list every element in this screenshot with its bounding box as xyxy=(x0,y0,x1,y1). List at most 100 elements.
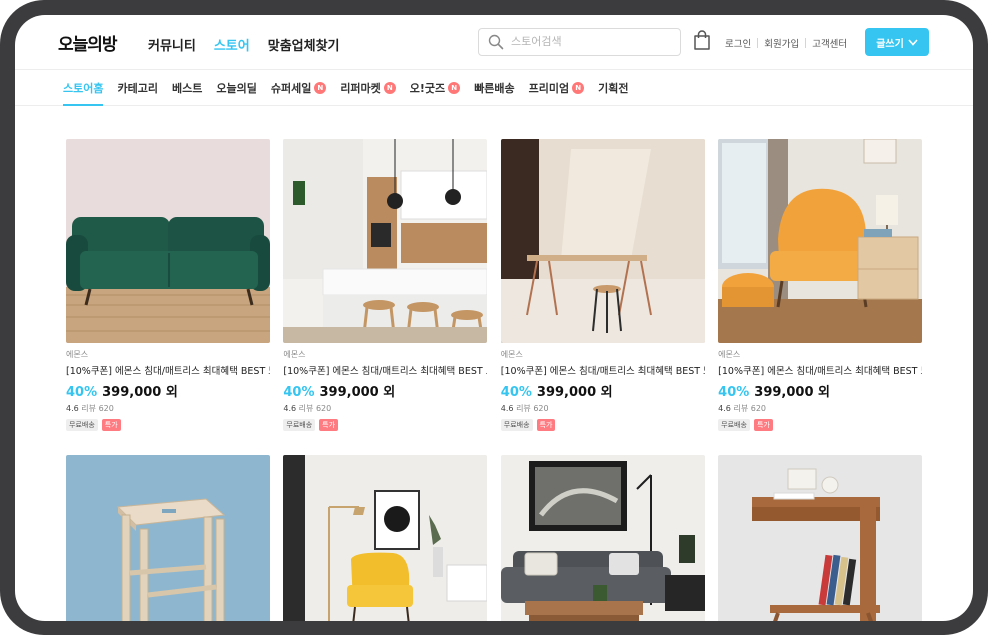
review-count: 620 xyxy=(533,404,549,413)
product-image[interactable] xyxy=(283,139,488,343)
product-image[interactable] xyxy=(500,139,705,343)
subnav-item[interactable]: 빠른배송 xyxy=(474,70,514,106)
chevron-down-icon xyxy=(908,38,918,46)
product-tags: 무료배송 특가 xyxy=(718,419,922,431)
product-name[interactable]: [10%쿠폰] 에몬스 침대/매트리스 최대혜택 BEST 모음 xyxy=(283,363,487,377)
product-image[interactable] xyxy=(718,455,923,621)
review-summary: 4.6 리뷰 620 xyxy=(283,403,487,414)
product-name[interactable]: [10%쿠폰] 에몬스 침대/매트리스 최대혜택 BEST 모음 xyxy=(66,363,270,377)
product-image[interactable] xyxy=(66,455,270,621)
special-price-tag: 특가 xyxy=(319,419,339,431)
product-image[interactable] xyxy=(718,139,923,343)
product-card[interactable]: 에몬스 [10%쿠폰] 에몬스 침대/매트리스 최대혜택 BEST 모음 40% 39… xyxy=(718,139,923,431)
rating: 4.6 xyxy=(283,404,297,413)
rating: 4.6 xyxy=(718,404,731,413)
discount-rate: 40% xyxy=(718,385,750,400)
review-count: 620 xyxy=(315,404,332,413)
product-price: 399,000 외 xyxy=(319,385,396,400)
product-price: 399,000 외 xyxy=(102,385,178,400)
review-label: 리뷰 xyxy=(298,404,314,413)
subnav-item-label: 오늘의딜 xyxy=(216,82,257,95)
product-name[interactable]: [10%쿠폰] 에몬스 침대/매트리스 최대혜택 BEST 모음 xyxy=(718,363,922,377)
product-image[interactable] xyxy=(500,455,705,621)
subnav-item-label: 프리미엄 xyxy=(528,82,570,95)
product-card[interactable]: 에몬스 [10%쿠폰] 에몬스 침대/매트리스 최대혜택 BEST 모음 40% 39… xyxy=(500,139,705,431)
top-header: 오늘의방 커뮤니티 스토어 맞춤업체찾기 로그인 회원가입 xyxy=(15,15,973,70)
product-card[interactable]: 에몬스 [10%쿠폰] 에몬스 침대/매트리스 최대혜택 BEST 모음 40% 39… xyxy=(283,139,488,431)
free-shipping-tag: 무료배송 xyxy=(66,419,98,431)
review-count: 620 xyxy=(750,404,767,413)
subnav-item[interactable]: 베스트 xyxy=(172,70,202,106)
free-shipping-tag: 무료배송 xyxy=(718,419,750,431)
subnav-item-label: 슈퍼세일 xyxy=(270,82,312,95)
gray-sofa-living-room-image xyxy=(500,455,705,621)
special-price-tag: 특가 xyxy=(101,419,121,431)
review-label: 리뷰 xyxy=(733,404,749,413)
product-brand: 에몬스 xyxy=(283,350,306,359)
subnav-item[interactable]: 프리미엄 N xyxy=(528,70,585,106)
new-badge: N xyxy=(448,82,461,94)
search-box[interactable] xyxy=(478,28,681,56)
special-price-tag: 특가 xyxy=(753,419,773,431)
discount-rate: 40% xyxy=(283,385,315,400)
review-label: 리뷰 xyxy=(81,404,97,413)
search-input[interactable] xyxy=(511,33,671,51)
subnav-item-label: 빠른배송 xyxy=(474,82,515,95)
subnav-item[interactable]: 카테고리 xyxy=(117,70,157,106)
subnav-item[interactable]: 리퍼마켓 N xyxy=(340,70,396,106)
subnav-item[interactable]: 오늘의딜 xyxy=(216,70,256,106)
divider xyxy=(757,38,759,48)
write-button-label: 글쓰기 xyxy=(876,38,904,50)
wooden-side-table-image xyxy=(718,455,923,621)
product-card[interactable] xyxy=(66,455,270,621)
subnav-item-label: 베스트 xyxy=(171,82,203,95)
product-brand: 에몬스 xyxy=(66,350,89,359)
main-nav: 커뮤니티 스토어 맞춤업체찾기 xyxy=(148,35,340,54)
subnav-item[interactable]: 오!굿즈 N xyxy=(410,70,461,106)
product-tags: 무료배송 특가 xyxy=(66,419,270,431)
customer-center-link[interactable]: 고객센터 xyxy=(812,36,847,50)
logo[interactable]: 오늘의방 xyxy=(58,30,118,55)
product-card[interactable] xyxy=(283,455,488,621)
subnav-items: 스토어홈 카테고리 베스트 오늘의딜 슈퍼세일 N 리퍼마켓 N 오!굿즈 N 빠른배송 프리미엄 N 기… xyxy=(63,70,643,106)
free-shipping-tag: 무료배송 xyxy=(283,419,316,431)
cart-icon[interactable] xyxy=(692,29,712,51)
special-price-tag: 특가 xyxy=(536,419,556,431)
subnav-item[interactable]: 기획전 xyxy=(598,70,628,106)
subnav-item[interactable]: 슈퍼세일 N xyxy=(270,70,327,106)
rating: 4.6 xyxy=(66,404,79,413)
subnav-item-label: 기획전 xyxy=(598,82,629,95)
subnav-item[interactable]: 스토어홈 xyxy=(63,70,104,106)
new-badge: N xyxy=(314,82,327,94)
signup-link[interactable]: 회원가입 xyxy=(764,36,799,50)
divider xyxy=(805,38,807,48)
product-grid: 에몬스 [10%쿠폰] 에몬스 침대/매트리스 최대혜택 BEST 모음 40% 39… xyxy=(66,139,926,621)
nav-store[interactable]: 스토어 xyxy=(214,35,250,54)
free-shipping-tag: 무료배송 xyxy=(500,419,533,431)
product-card[interactable]: 에몬스 [10%쿠폰] 에몬스 침대/매트리스 최대혜택 BEST 모음 40% 39… xyxy=(66,139,270,431)
product-name[interactable]: [10%쿠폰] 에몬스 침대/매트리스 최대혜택 BEST 모음 xyxy=(501,363,705,377)
product-card[interactable] xyxy=(500,455,705,621)
green-velvet-sofa-image xyxy=(66,139,270,343)
product-card[interactable] xyxy=(718,455,923,621)
product-tags: 무료배송 특가 xyxy=(500,419,705,431)
product-price: 399,000 외 xyxy=(754,385,830,400)
subnav-item-label: 스토어홈 xyxy=(63,82,104,95)
discount-rate: 40% xyxy=(500,385,532,400)
subnav-item-label: 카테고리 xyxy=(117,82,158,95)
review-summary: 4.6 리뷰 620 xyxy=(718,403,922,414)
new-badge: N xyxy=(383,82,396,94)
search-icon xyxy=(488,34,504,50)
yellow-armchair-corner-image xyxy=(718,139,923,343)
product-price: 399,000 외 xyxy=(536,385,613,400)
nav-find-experts[interactable]: 맞춤업체찾기 xyxy=(268,35,340,54)
nav-community[interactable]: 커뮤니티 xyxy=(148,35,196,54)
login-link[interactable]: 로그인 xyxy=(725,36,751,50)
product-tags: 무료배송 특가 xyxy=(283,419,487,431)
write-button[interactable]: 글쓰기 xyxy=(865,28,929,56)
review-summary: 4.6 리뷰 620 xyxy=(501,403,705,414)
product-image[interactable] xyxy=(283,455,488,621)
yellow-chair-living-room-image xyxy=(283,455,488,621)
product-brand: 에몬스 xyxy=(500,350,523,359)
product-image[interactable] xyxy=(66,139,270,343)
